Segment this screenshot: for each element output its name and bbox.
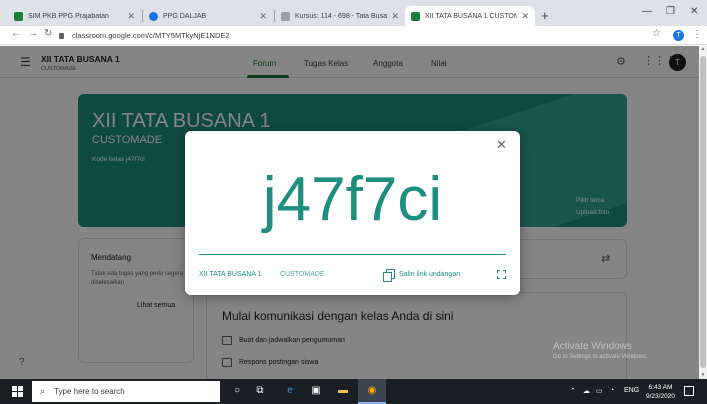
close-icon[interactable]: ✕ [496, 137, 507, 153]
dialog-class-section: CUSTOMADE [280, 271, 325, 278]
scroll-up-icon[interactable]: ▲ [699, 46, 707, 52]
language-indicator[interactable]: ENG [624, 387, 639, 394]
system-clock[interactable]: 6:43 AM 9/23/2020 [646, 383, 675, 401]
tab-close-icon[interactable]: ✕ [259, 11, 267, 22]
reload-icon[interactable]: ↻ [44, 28, 52, 39]
lock-icon [59, 32, 64, 39]
url-text: classroom.google.com/c/MTY5MTkyNjE1NDE2 [72, 31, 230, 40]
scroll-down-icon[interactable]: ▼ [699, 372, 707, 378]
tab-favicon-icon [281, 11, 290, 21]
browser-tab-3[interactable]: Kursus: 114 - 698 - Tata Busana ✕ [275, 6, 405, 26]
url-field[interactable]: classroom.google.com/c/MTY5MTkyNjE1NDE2 [59, 28, 669, 43]
file-explorer-icon[interactable]: ▬ [335, 383, 351, 399]
tab-favicon-icon [149, 11, 158, 21]
browser-tab-strip: SIM PKB PPG Prajabatan ✕ PPG DALJAB ✕ Ku… [0, 0, 707, 26]
onedrive-icon[interactable]: ☁ [583, 387, 590, 395]
dialog-divider [199, 254, 506, 255]
browser-tab-1[interactable]: SIM PKB PPG Prajabatan ✕ [8, 6, 141, 26]
cortana-icon[interactable]: ○ [229, 383, 245, 399]
task-view-icon[interactable]: ⧉ [252, 383, 268, 399]
fullscreen-icon[interactable] [497, 270, 506, 279]
taskbar-search-input[interactable]: ⌕ Type here to search [32, 381, 220, 402]
maximize-icon[interactable]: ❐ [666, 6, 675, 17]
tab-close-icon[interactable]: ✕ [521, 11, 529, 22]
search-icon: ⌕ [40, 386, 46, 396]
tab-favicon-icon [411, 11, 420, 21]
chrome-icon[interactable]: ◉ [364, 383, 380, 399]
windows-start-icon[interactable] [12, 386, 23, 397]
browser-menu-icon[interactable]: ⋮ [692, 29, 702, 40]
notification-icon[interactable] [684, 386, 694, 396]
battery-icon[interactable]: ▭ [596, 387, 603, 395]
browser-tab-2[interactable]: PPG DALJAB ✕ [143, 6, 273, 26]
copy-icon [383, 269, 395, 282]
scroll-thumb[interactable] [700, 56, 706, 368]
bookmark-star-icon[interactable]: ☆ [652, 28, 661, 39]
store-icon[interactable]: ▣ [308, 383, 324, 399]
address-bar-row: ← → ↻ classroom.google.com/c/MTY5MTkyNjE… [0, 26, 707, 45]
new-tab-icon[interactable]: + [541, 8, 549, 23]
tab-close-icon[interactable]: ✕ [391, 11, 399, 22]
windows-taskbar: ⌕ Type here to search ○ ⧉ e ▣ ▬ ◉ ⌃ ☁ ▭ … [0, 379, 707, 404]
browser-profile-avatar[interactable]: T [673, 30, 684, 41]
activate-windows-watermark: Activate Windows [553, 341, 632, 352]
edge-icon[interactable]: e [282, 383, 298, 399]
activate-windows-hint: Go to Settings to activate Windows. [553, 354, 648, 360]
back-icon[interactable]: ← [11, 28, 21, 39]
clock-date: 9/23/2020 [646, 393, 675, 400]
wifi-icon[interactable]: ◔ [610, 387, 614, 394]
forward-icon[interactable]: → [28, 28, 38, 39]
class-code-dialog: ✕ j47f7ci XII TATA BUSANA 1 CUSTOMADE Sa… [185, 131, 520, 295]
clock-time: 6:43 AM [648, 384, 673, 391]
dialog-class-name: XII TATA BUSANA 1 [199, 271, 262, 278]
tab-close-icon[interactable]: ✕ [127, 11, 135, 22]
browser-tab-4-active[interactable]: XII TATA BUSANA 1 CUSTOMADE ✕ [405, 6, 535, 26]
tray-expand-icon[interactable]: ⌃ [570, 387, 576, 395]
tab-favicon-icon [14, 11, 23, 21]
page-scrollbar[interactable]: ▲ ▼ [699, 46, 707, 379]
copy-invite-link-button[interactable]: Salin link undangan [383, 269, 460, 282]
window-close-icon[interactable]: ✕ [690, 6, 698, 17]
class-code-display: j47f7ci [262, 165, 443, 234]
minimize-icon[interactable]: — [642, 6, 652, 17]
